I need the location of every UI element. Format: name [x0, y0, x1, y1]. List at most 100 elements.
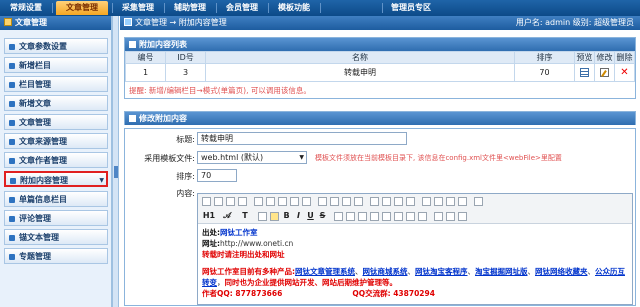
sidebar-item-single-page[interactable]: 单篇信息栏目	[4, 191, 108, 207]
subscript-icon[interactable]	[422, 197, 431, 206]
anchor-icon[interactable]	[458, 212, 467, 221]
superscript-icon[interactable]	[434, 197, 443, 206]
folder-icon	[4, 18, 12, 26]
sidebar-item-author-management[interactable]: 文章作者管理	[4, 152, 108, 168]
link-icon[interactable]	[434, 212, 443, 221]
unordered-list-icon[interactable]	[382, 197, 391, 206]
cell-name: 转载申明	[205, 63, 515, 82]
cut-icon[interactable]	[254, 197, 263, 206]
tab-admin-zone[interactable]: 管理员专区	[386, 1, 436, 15]
breadcrumb: 文章管理 → 附加内容管理	[135, 18, 227, 27]
bullet-icon	[9, 44, 15, 50]
align-center-icon[interactable]	[330, 197, 339, 206]
tab-hidden-red[interactable]	[324, 1, 378, 15]
sidebar-item-extra-content[interactable]: 附加内容管理	[4, 171, 108, 189]
sidebar-item-topics[interactable]: 专题管理	[4, 248, 108, 264]
location-icon	[124, 18, 132, 26]
indent-icon[interactable]	[394, 197, 403, 206]
extra-content-table: 编号 ID号 名称 排序 预览 修改 删除 1 3 转载申明 70 ✕	[125, 51, 635, 82]
emoticon-icon[interactable]	[394, 212, 403, 221]
panel-icon	[129, 41, 136, 48]
bold-icon[interactable]: B	[282, 211, 291, 220]
product-link[interactable]: 网钛商城系统	[363, 267, 408, 276]
underline-icon[interactable]: U	[306, 211, 315, 220]
content-line: 转载时请注明出处和网址	[202, 250, 285, 259]
bullet-icon	[9, 158, 15, 164]
sidebar-item-source-management[interactable]: 文章来源管理	[4, 133, 108, 149]
sidebar-item-article-management[interactable]: 文章管理	[4, 114, 108, 130]
cell-preview	[574, 63, 595, 82]
panel-title-bar: 修改附加内容	[125, 112, 635, 125]
unlink-icon[interactable]	[446, 212, 455, 221]
tab-auxiliary-management[interactable]: 辅助管理	[168, 1, 212, 15]
product-link[interactable]: 网钛淘宝客程序	[415, 267, 468, 276]
align-right-icon[interactable]	[342, 197, 351, 206]
template-select[interactable]: web.html (默认)	[197, 151, 307, 164]
sidebar-item-label: 文章管理	[19, 118, 51, 127]
heading-icon[interactable]: H1	[202, 211, 216, 220]
sidebar-item-add-article[interactable]: 新增文章	[4, 95, 108, 111]
sidebar-item-article-settings[interactable]: 文章参数设置	[4, 38, 108, 54]
product-link[interactable]: 网钛网络收藏夹	[535, 267, 588, 276]
sidebar-splitter[interactable]	[112, 16, 119, 307]
tab-collect-management[interactable]: 采集管理	[116, 1, 160, 15]
bullet-icon	[9, 101, 15, 107]
text-color-icon[interactable]	[258, 212, 267, 221]
bullet-icon	[9, 254, 15, 260]
table-icon[interactable]	[370, 212, 379, 221]
tab-member-management[interactable]: 会员管理	[220, 1, 264, 15]
collapse-arrow-icon[interactable]	[114, 166, 118, 178]
tip-text: 提醒: 新增/编辑栏目→模式(单篇页), 可以调用该信息。	[129, 86, 311, 95]
pagebreak-icon[interactable]	[418, 212, 427, 221]
product-link[interactable]: 网钛文章管理系统	[295, 267, 355, 276]
font-icon[interactable]: 𝒜	[220, 211, 234, 220]
editor-toolbar: H1 𝒜 T B I U S	[198, 194, 632, 224]
content-line: 网址:http://www.oneti.cn	[202, 239, 294, 248]
italic-icon[interactable]: I	[294, 211, 303, 220]
tab-template-functions[interactable]: 模板功能	[272, 1, 316, 15]
title-input[interactable]: 转载申明	[197, 132, 407, 145]
source-icon[interactable]	[202, 197, 211, 206]
outdent-icon[interactable]	[406, 197, 415, 206]
nav-divider	[216, 3, 217, 13]
align-justify-icon[interactable]	[354, 197, 363, 206]
sidebar-item-column-management[interactable]: 栏目管理	[4, 76, 108, 92]
select-all-icon[interactable]	[446, 197, 455, 206]
template-hint: 模板文件须放在当前模板目录下, 该信息在config.xml文件里<webFil…	[315, 154, 562, 162]
paste-text-icon[interactable]	[290, 197, 299, 206]
order-input[interactable]: 70	[197, 169, 237, 182]
title-row: 标题: 转载申明	[125, 131, 635, 147]
tab-article-management[interactable]: 文章管理	[56, 1, 108, 15]
strikethrough-icon[interactable]: S	[318, 211, 327, 220]
tab-general-settings[interactable]: 常规设置	[4, 1, 48, 15]
font-size-icon[interactable]: T	[238, 211, 252, 220]
preview-icon[interactable]	[214, 197, 223, 206]
flash-icon[interactable]	[346, 212, 355, 221]
preview-icon[interactable]	[580, 68, 589, 77]
edit-icon[interactable]	[600, 68, 609, 77]
paste-word-icon[interactable]	[302, 197, 311, 206]
align-left-icon[interactable]	[318, 197, 327, 206]
paste-icon[interactable]	[278, 197, 287, 206]
copy-icon[interactable]	[266, 197, 275, 206]
redo-icon[interactable]	[238, 197, 247, 206]
media-icon[interactable]	[358, 212, 367, 221]
hr-icon[interactable]	[382, 212, 391, 221]
col-header-order: 排序	[514, 51, 575, 64]
rich-text-editor[interactable]: H1 𝒜 T B I U S 出处:网钛工作室 网址:http://www.on…	[197, 193, 633, 305]
sidebar-item-comments[interactable]: 评论管理	[4, 210, 108, 226]
undo-icon[interactable]	[226, 197, 235, 206]
fullscreen-icon[interactable]	[474, 197, 483, 206]
sidebar-item-add-column[interactable]: 新增栏目	[4, 57, 108, 73]
template-label: 采用模板文件:	[144, 154, 195, 163]
col-header-preview: 预览	[574, 51, 595, 64]
product-link[interactable]: 淘宝掘掘网址版	[475, 267, 528, 276]
image-icon[interactable]	[334, 212, 343, 221]
sidebar-item-anchor-text[interactable]: 锚文本管理	[4, 229, 108, 245]
ordered-list-icon[interactable]	[370, 197, 379, 206]
editor-content[interactable]: 出处:网钛工作室 网址:http://www.oneti.cn 转载时请注明出处…	[198, 224, 632, 302]
special-char-icon[interactable]	[406, 212, 415, 221]
clear-format-icon[interactable]	[458, 197, 467, 206]
delete-icon[interactable]: ✕	[620, 68, 628, 78]
highlight-icon[interactable]	[270, 212, 279, 221]
